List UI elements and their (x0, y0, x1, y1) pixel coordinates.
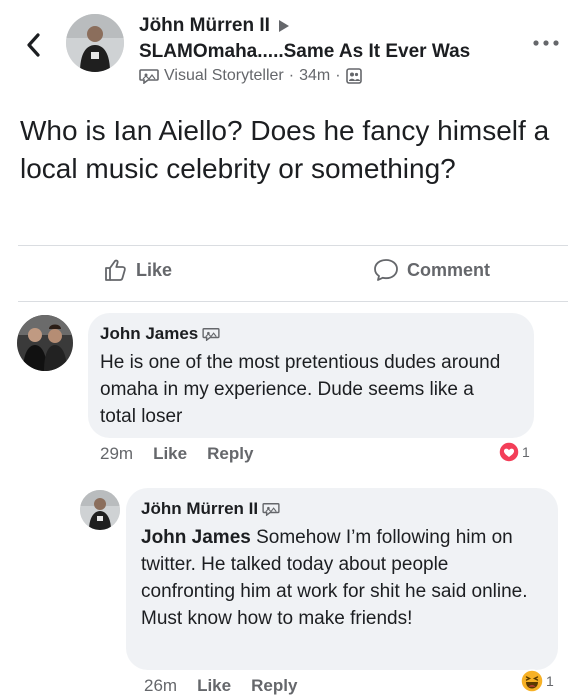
divider-bottom (18, 301, 568, 302)
meta-separator: · (288, 67, 295, 84)
reply-reaction-count: 1 (546, 673, 554, 689)
reply-author[interactable]: Jöhn Mürren II (141, 499, 258, 519)
reply-text: John James Somehow I’m following him on … (141, 524, 546, 632)
storyteller-badge-icon (262, 503, 280, 516)
post-header: Jöhn Mürren II SLAMOmaha.....Same As It … (0, 0, 584, 100)
comment-reply-button[interactable]: Reply (207, 444, 253, 464)
comment-avatar[interactable] (17, 315, 73, 371)
comment-like-button[interactable]: Like (153, 444, 187, 464)
comment-author[interactable]: John James (100, 324, 198, 344)
thumbs-up-icon (105, 259, 126, 281)
reply-avatar[interactable] (80, 490, 120, 530)
meta-separator: · (335, 67, 341, 84)
comment-label: Comment (407, 259, 491, 280)
reply-like-button[interactable]: Like (197, 676, 231, 696)
reply-reply-button[interactable]: Reply (251, 676, 297, 696)
comment-button[interactable]: Comment (373, 258, 490, 282)
arrow-right-icon (278, 20, 289, 32)
more-horizontal-icon (533, 40, 559, 46)
storyteller-badge-icon (202, 328, 220, 341)
back-button[interactable] (20, 28, 46, 62)
storyteller-badge-icon (139, 69, 159, 84)
reply-time[interactable]: 26m (144, 676, 177, 696)
love-reaction-icon (498, 441, 520, 463)
comment-author-row: John James (100, 324, 220, 344)
reaction-count: 1 (522, 444, 530, 460)
reply-bubble: Jöhn Mürren II John James Somehow I’m fo… (126, 488, 558, 670)
like-label: Like (136, 259, 173, 280)
reply-reaction-summary[interactable]: 1 (520, 669, 554, 693)
reaction-summary[interactable]: 1 (498, 441, 530, 463)
reply-mention[interactable]: John James (141, 527, 251, 548)
badge-label[interactable]: Visual Storyteller (164, 67, 284, 85)
author-name[interactable]: Jöhn Mürren II (139, 15, 270, 37)
haha-reaction-icon (520, 669, 544, 693)
group-privacy-icon (345, 68, 362, 84)
comment-text: He is one of the most pretentious dudes … (100, 352, 501, 427)
comment-bubble: John James He is one of the most pretent… (88, 313, 534, 438)
author-avatar[interactable] (66, 14, 124, 72)
comment-actions: 29m Like Reply (100, 444, 253, 464)
post-time[interactable]: 34m (299, 67, 330, 85)
speech-bubble-icon (374, 259, 398, 281)
chevron-left-icon (27, 33, 40, 57)
reply-author-row: Jöhn Mürren II (141, 499, 280, 519)
post-text: Who is Ian Aiello? Does he fancy himself… (20, 115, 550, 184)
post-meta: Visual Storyteller · 34m · (139, 67, 362, 85)
author-line: Jöhn Mürren II (139, 15, 290, 37)
more-options-button[interactable] (526, 30, 566, 56)
like-button[interactable]: Like (104, 258, 172, 282)
reply-actions: 26m Like Reply (144, 676, 297, 696)
comment-time[interactable]: 29m (100, 444, 133, 464)
post-action-bar: Like Comment (0, 246, 584, 300)
group-name[interactable]: SLAMOmaha.....Same As It Ever Was (139, 41, 470, 63)
